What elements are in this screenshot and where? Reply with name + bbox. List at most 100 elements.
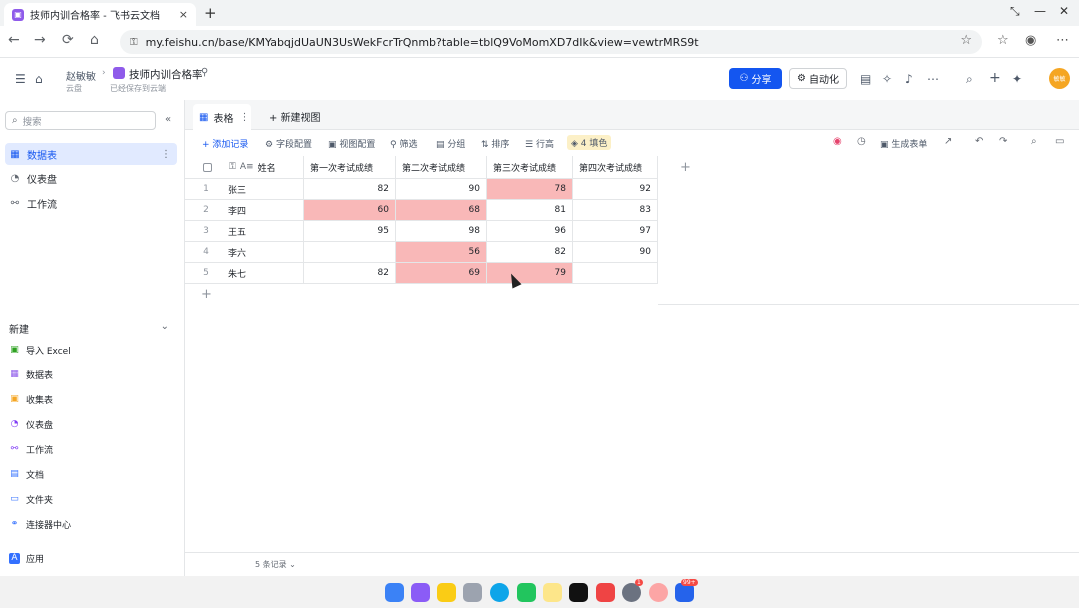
window-close-icon[interactable]: ✕ [1059, 4, 1069, 18]
score-cell[interactable] [573, 263, 658, 284]
forward-icon[interactable]: → [34, 32, 46, 48]
new-folder[interactable]: ▭ 文件夹 [9, 490, 53, 508]
score-cell[interactable] [304, 242, 396, 263]
score-cell[interactable]: 98 [396, 221, 487, 242]
browser-tab[interactable]: ▣ 技师内训合格率 - 飞书云文档 × [4, 3, 196, 26]
collapse-sidebar-icon[interactable]: « [165, 114, 171, 125]
score-cell[interactable]: 68 [396, 200, 487, 221]
score-cell[interactable]: 81 [487, 200, 573, 221]
score-cell[interactable]: 69 [396, 263, 487, 284]
score-cell[interactable]: 83 [573, 200, 658, 221]
docs-icon[interactable]: ▤ [860, 72, 871, 86]
sidebar-item-dashboard[interactable]: ◔ 仪表盘 [5, 167, 177, 189]
calendar-icon[interactable] [543, 583, 562, 602]
ai-color-icon[interactable]: ◉ [833, 136, 842, 147]
home-icon[interactable]: ⌂ [35, 72, 43, 86]
score-cell[interactable]: 96 [487, 221, 573, 242]
capcut-icon[interactable] [569, 583, 588, 602]
wechat-icon[interactable] [517, 583, 536, 602]
star-icon[interactable]: ☆ [960, 33, 972, 48]
header-name[interactable]: ⚿ A≡ 姓名 [185, 156, 304, 179]
score-cell[interactable]: 92 [573, 179, 658, 200]
sort-button[interactable]: ⇅ 排序 [481, 137, 509, 150]
header-exam-3[interactable]: 第三次考试成绩 [487, 156, 573, 179]
score-cell[interactable]: 82 [487, 242, 573, 263]
location-label[interactable]: 云盘 [66, 83, 82, 94]
more-vertical-icon[interactable]: ⋮ [161, 149, 171, 160]
filter-button[interactable]: ⚲ 筛选 [390, 137, 417, 150]
more-icon[interactable]: ⋯ [927, 72, 939, 86]
menu-icon[interactable]: ⋯ [1056, 33, 1069, 48]
name-cell[interactable]: 李四 [185, 200, 304, 221]
new-doc[interactable]: ▤ 文档 [9, 465, 44, 483]
new-connector[interactable]: ⚭ 连接器中心 [9, 515, 71, 533]
automation-button[interactable]: ⚙ 自动化 [789, 68, 847, 89]
avatar[interactable]: 敏敏 [1049, 68, 1070, 89]
header-exam-2[interactable]: 第二次考试成绩 [396, 156, 487, 179]
trash-icon[interactable] [463, 583, 482, 602]
select-all-checkbox[interactable] [203, 162, 212, 172]
back-icon[interactable]: ← [8, 32, 20, 48]
add-record-button[interactable]: + 添加记录 [202, 137, 248, 150]
tab-grid-view[interactable]: ▦ 表格 ⋮ [193, 104, 251, 130]
score-cell[interactable]: 90 [396, 179, 487, 200]
score-cell[interactable]: 78 [487, 179, 573, 200]
home-icon[interactable]: ⌂ [90, 32, 99, 48]
comment-icon[interactable]: ▭ [1055, 136, 1064, 147]
notes-icon[interactable] [437, 583, 456, 602]
doc-title[interactable]: 技师内训合格率 [129, 67, 203, 82]
score-cell[interactable]: 90 [573, 242, 658, 263]
share-button[interactable]: ⚇ 分享 [729, 68, 782, 89]
redo-icon[interactable]: ↷ [999, 136, 1007, 147]
lock-icon[interactable]: ⚿ [130, 37, 138, 48]
name-cell[interactable]: 王五 [185, 221, 304, 242]
new-form[interactable]: ▣ 收集表 [9, 390, 53, 408]
ai-sparkle-icon[interactable]: ✦ [1012, 72, 1022, 86]
new-view-button[interactable]: + 新建视图 [269, 109, 321, 124]
new-section-header[interactable]: 新建 ⌄ [9, 321, 169, 336]
field-config-button[interactable]: ⚙ 字段配置 [265, 137, 312, 150]
score-cell[interactable]: 82 [304, 179, 396, 200]
undo-icon[interactable]: ↶ [975, 136, 983, 147]
new-workflow[interactable]: ⚯ 工作流 [9, 440, 53, 458]
user-photo-icon[interactable] [649, 583, 668, 602]
generate-form-button[interactable]: ▣ 生成表单 [880, 137, 927, 150]
launcher-icon[interactable] [385, 583, 404, 602]
sidebar-item-workflow[interactable]: ⚯ 工作流 [5, 192, 177, 214]
new-import-excel[interactable]: ▣ 导入 Excel [9, 341, 70, 359]
reload-icon[interactable]: ⟳ [62, 32, 74, 48]
sidebar-toggle-icon[interactable]: ☰ [15, 72, 26, 86]
notification-bell-icon[interactable]: ♪ [905, 72, 913, 86]
name-cell[interactable]: 张三 [185, 179, 304, 200]
chevron-down-icon[interactable]: ⌄ [161, 321, 169, 332]
breadcrumb-user[interactable]: 赵敏敏 [66, 68, 96, 83]
search-input[interactable]: ⌕ 搜索 [5, 111, 156, 130]
share-export-icon[interactable]: ↗ [944, 136, 952, 147]
favorites-icon[interactable]: ☆ [997, 33, 1009, 48]
shopping-icon[interactable] [596, 583, 615, 602]
history-icon[interactable]: ◷ [857, 136, 866, 147]
minimize-icon[interactable]: ⤡ [1010, 4, 1020, 19]
window-minimize-icon[interactable]: — [1034, 4, 1046, 18]
new-datatable[interactable]: ▦ 数据表 [9, 365, 53, 383]
new-tab-button[interactable]: + [204, 4, 217, 22]
more-vertical-icon[interactable]: ⋮ [239, 112, 249, 123]
score-cell[interactable]: 60 [304, 200, 396, 221]
header-exam-1[interactable]: 第一次考试成绩 [304, 156, 396, 179]
add-row-icon[interactable]: + [201, 287, 212, 302]
sidebar-item-datatable[interactable]: ▦ 数据表 ⋮ [5, 143, 177, 165]
profile-icon[interactable]: ◉ [1025, 33, 1036, 48]
color-button[interactable]: ◈ 4 填色 [567, 135, 612, 150]
files-icon[interactable] [411, 583, 430, 602]
row-height-button[interactable]: ☰ 行高 [525, 137, 554, 150]
name-cell[interactable]: 朱七 [185, 263, 304, 284]
search-records-icon[interactable]: ⌕ [1031, 136, 1037, 147]
score-cell[interactable]: 79 [487, 263, 573, 284]
browser-icon[interactable] [490, 583, 509, 602]
add-icon[interactable]: + [989, 70, 1001, 86]
add-column-icon[interactable]: + [680, 160, 691, 175]
pin-icon[interactable]: ⚲ [201, 67, 208, 78]
record-count[interactable]: 5 条记录 ⌄ [255, 559, 296, 570]
search-icon[interactable]: ⌕ [966, 72, 973, 87]
score-cell[interactable]: 56 [396, 242, 487, 263]
